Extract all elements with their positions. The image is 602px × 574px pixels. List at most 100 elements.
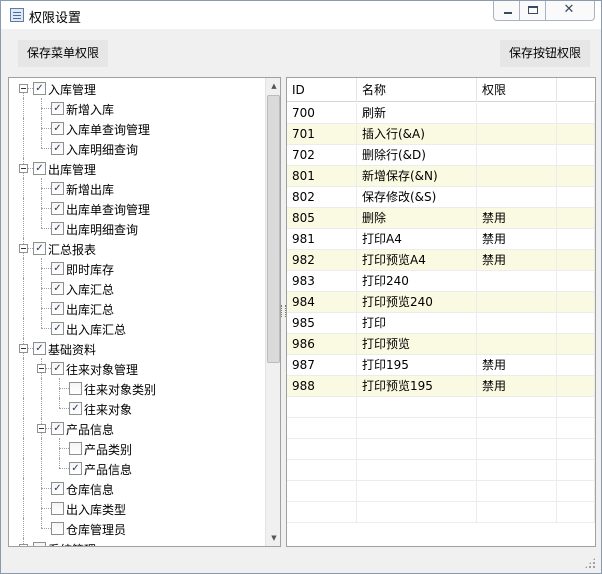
node-checkbox[interactable]: ✓	[51, 362, 64, 375]
table-row[interactable]: 805 删除 禁用	[287, 208, 595, 229]
table-row[interactable]: 700 刷新	[287, 103, 595, 124]
cell-filler	[557, 124, 595, 144]
tree-node[interactable]: 产品类别	[9, 438, 265, 458]
node-checkbox[interactable]	[69, 382, 82, 395]
node-checkbox[interactable]: ✓	[51, 262, 64, 275]
node-checkbox[interactable]: ✓	[33, 82, 46, 95]
table-row[interactable]: 983 打印240	[287, 271, 595, 292]
node-checkbox[interactable]: ✓	[51, 102, 64, 115]
collapse-toggle-icon[interactable]	[19, 244, 28, 253]
node-label: 新增出库	[66, 183, 115, 197]
node-checkbox[interactable]	[51, 522, 64, 535]
save-button-permissions-button[interactable]: 保存按钮权限	[500, 40, 590, 67]
tree-node[interactable]: ✓ 即时库存	[9, 258, 265, 278]
cell-id: 988	[287, 376, 357, 396]
table-row[interactable]: 985 打印	[287, 313, 595, 334]
node-checkbox[interactable]: ✓	[33, 342, 46, 355]
empty-table-row	[287, 439, 595, 460]
column-header-name[interactable]: 名称	[357, 78, 477, 102]
tree-node[interactable]: ✓ 出库汇总	[9, 298, 265, 318]
collapse-toggle-icon[interactable]	[19, 344, 28, 353]
node-checkbox[interactable]: ✓	[69, 462, 82, 475]
maximize-button[interactable]	[520, 1, 546, 20]
scroll-up-arrow-icon[interactable]: ▲	[266, 78, 280, 94]
collapse-toggle-icon[interactable]	[37, 424, 46, 433]
node-checkbox[interactable]: ✓	[51, 142, 64, 155]
cell-name: 刷新	[357, 103, 477, 123]
table-row[interactable]: 702 删除行(&D)	[287, 145, 595, 166]
collapse-toggle-icon[interactable]	[19, 164, 28, 173]
table-row[interactable]: 986 打印预览	[287, 334, 595, 355]
scroll-thumb[interactable]	[267, 95, 280, 363]
node-checkbox[interactable]: ✓	[51, 122, 64, 135]
tree-node[interactable]: 系统管理	[9, 538, 265, 546]
node-checkbox[interactable]: ✓	[51, 422, 64, 435]
node-label: 产品类别	[84, 443, 133, 457]
title-bar[interactable]: 权限设置 ✕	[1, 1, 601, 29]
column-header-id[interactable]: ID	[287, 78, 357, 102]
tree-node[interactable]: ✓ 入库汇总	[9, 278, 265, 298]
cell-name: 删除行(&D)	[357, 145, 477, 165]
empty-table-row	[287, 502, 595, 523]
table-row[interactable]: 802 保存修改(&S)	[287, 187, 595, 208]
tree-node[interactable]: ✓ 入库单查询管理	[9, 118, 265, 138]
node-checkbox[interactable]: ✓	[51, 222, 64, 235]
tree-node[interactable]: ✓ 出入库汇总	[9, 318, 265, 338]
save-menu-permissions-button[interactable]: 保存菜单权限	[18, 40, 108, 67]
scroll-down-arrow-icon[interactable]: ▼	[266, 530, 280, 546]
cell-perm	[477, 187, 557, 207]
tree-node[interactable]: ✓ 仓库信息	[9, 478, 265, 498]
minimize-button[interactable]	[494, 1, 520, 20]
collapse-toggle-icon[interactable]	[19, 544, 28, 546]
node-checkbox[interactable]: ✓	[51, 322, 64, 335]
cell-perm: 禁用	[477, 250, 557, 270]
table-row[interactable]: 987 打印195 禁用	[287, 355, 595, 376]
node-checkbox[interactable]	[51, 502, 64, 515]
tree-node[interactable]: ✓ 往来对象	[9, 398, 265, 418]
empty-table-row	[287, 418, 595, 439]
column-header-permission[interactable]: 权限	[477, 78, 557, 102]
node-label: 出库管理	[48, 163, 97, 177]
cell-id: 700	[287, 103, 357, 123]
tree-node[interactable]: ✓ 产品信息	[9, 458, 265, 478]
node-checkbox[interactable]: ✓	[51, 282, 64, 295]
tree-node[interactable]: ✓ 基础资料	[9, 338, 265, 358]
node-checkbox[interactable]: ✓	[51, 302, 64, 315]
table-row[interactable]: 984 打印预览240	[287, 292, 595, 313]
node-checkbox[interactable]: ✓	[51, 202, 64, 215]
table-row[interactable]: 801 新增保存(&N)	[287, 166, 595, 187]
node-checkbox[interactable]: ✓	[33, 162, 46, 175]
node-checkbox[interactable]: ✓	[69, 402, 82, 415]
node-checkbox[interactable]: ✓	[51, 182, 64, 195]
tree-node[interactable]: ✓ 产品信息	[9, 418, 265, 438]
tree-node[interactable]: 仓库管理员	[9, 518, 265, 538]
tree-node[interactable]: ✓ 入库明细查询	[9, 138, 265, 158]
cell-filler	[557, 355, 595, 375]
tree-node[interactable]: 出入库类型	[9, 498, 265, 518]
node-checkbox[interactable]	[69, 442, 82, 455]
tree-node[interactable]: ✓ 出库单查询管理	[9, 198, 265, 218]
tree-node[interactable]: 往来对象类别	[9, 378, 265, 398]
tree-node[interactable]: ✓ 出库管理	[9, 158, 265, 178]
collapse-toggle-icon[interactable]	[19, 84, 28, 93]
collapse-toggle-icon[interactable]	[37, 364, 46, 373]
cell-id: 702	[287, 145, 357, 165]
tree-node[interactable]: ✓ 新增入库	[9, 98, 265, 118]
cell-name: 插入行(&A)	[357, 124, 477, 144]
tree-node[interactable]: ✓ 出库明细查询	[9, 218, 265, 238]
node-checkbox[interactable]: ✓	[51, 482, 64, 495]
node-checkbox[interactable]	[33, 542, 46, 546]
tree-vertical-scrollbar[interactable]: ▲ ▼	[265, 78, 280, 546]
tree-node[interactable]: ✓ 新增出库	[9, 178, 265, 198]
tree-node[interactable]: ✓ 入库管理	[9, 78, 265, 108]
table-row[interactable]: 982 打印预览A4 禁用	[287, 250, 595, 271]
table-row[interactable]: 981 打印A4 禁用	[287, 229, 595, 250]
resize-grip-icon[interactable]	[584, 557, 596, 569]
node-checkbox[interactable]: ✓	[33, 242, 46, 255]
tree-node[interactable]: ✓ 往来对象管理	[9, 358, 265, 378]
close-button[interactable]: ✕	[546, 1, 595, 20]
tree-node[interactable]: ✓ 汇总报表	[9, 238, 265, 258]
table-row[interactable]: 701 插入行(&A)	[287, 124, 595, 145]
table-row[interactable]: 988 打印预览195 禁用	[287, 376, 595, 397]
cell-id	[287, 502, 357, 522]
